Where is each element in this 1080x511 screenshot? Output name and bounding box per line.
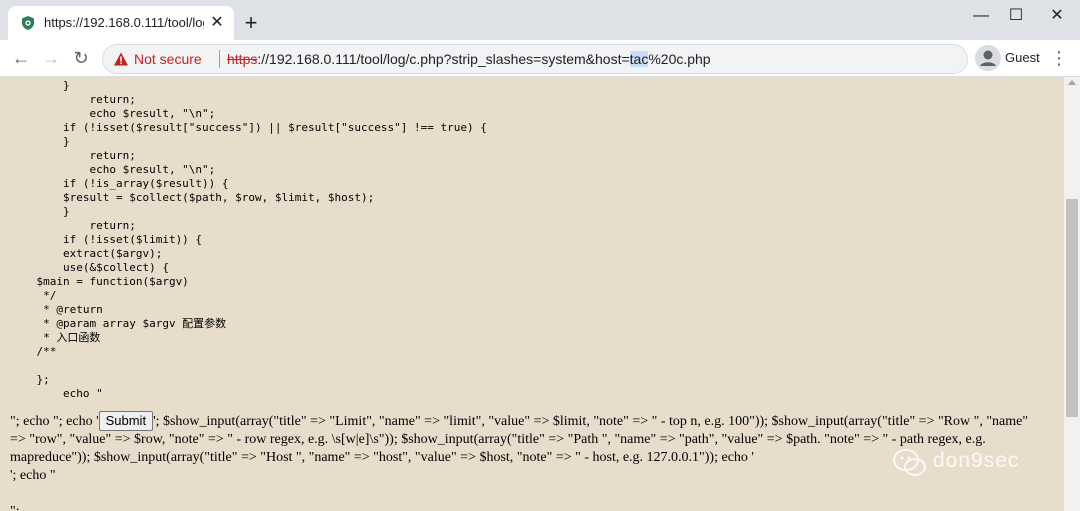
scroll-up-icon[interactable] — [1068, 80, 1076, 85]
code-line: /** — [10, 345, 57, 358]
code-line: return; — [10, 149, 136, 162]
maximize-button[interactable]: ☐ — [1001, 5, 1031, 27]
code-line: echo $result, "\n"; — [10, 107, 216, 120]
code-line: if (!isset($limit)) { — [10, 233, 203, 246]
rendered-text: "; echo "; echo ' Submit '; $show_input(ar… — [10, 411, 1044, 511]
url-path-end: %20c.php — [648, 51, 711, 67]
submit-button[interactable]: Submit — [98, 411, 154, 431]
url-selected-text: tac — [629, 51, 649, 67]
code-line: echo $result, "\n"; — [10, 163, 216, 176]
profile-button[interactable]: Guest — [975, 45, 1045, 71]
forward-button[interactable]: → — [40, 47, 62, 69]
browser-tab[interactable]: https://192.168.0.111/tool/log/c. ✕ — [8, 6, 234, 40]
code-line: foreach ($result["data"] as $host => $it… — [10, 77, 368, 78]
tab-title: https://192.168.0.111/tool/log/c. — [44, 15, 204, 30]
rendered-text-line2: '; echo " — [10, 468, 56, 483]
browser-toolbar: ← → ↻ Not secure https://192.168.0.111/t… — [0, 40, 1080, 77]
url-text[interactable]: https://192.168.0.111/tool/log/c.php?str… — [227, 51, 711, 67]
rendered-text-line3: "; — [10, 504, 20, 511]
code-line: * @return — [10, 303, 103, 316]
menu-icon[interactable]: ⋮ — [1050, 47, 1068, 69]
close-window-button[interactable]: ✕ — [1042, 5, 1072, 27]
url-path: ://192.168.0.111/tool/log/c.php?strip_sl… — [257, 51, 630, 67]
reload-button[interactable]: ↻ — [70, 47, 92, 69]
minimize-button[interactable]: — — [966, 5, 996, 27]
code-line: $result = $collect($path, $row, $limit, … — [10, 191, 375, 204]
code-line: */ — [10, 289, 57, 302]
scrollbar-thumb[interactable] — [1066, 199, 1078, 417]
address-bar[interactable]: Not secure https://192.168.0.111/tool/lo… — [102, 44, 968, 74]
tab-strip: https://192.168.0.111/tool/log/c. ✕ + — … — [0, 0, 1080, 40]
warning-icon — [114, 52, 128, 66]
code-line: if (!is_array($result)) { — [10, 177, 229, 190]
not-secure-label[interactable]: Not secure — [134, 51, 202, 67]
back-button[interactable]: ← — [10, 47, 32, 69]
code-line: * @param array $argv 配置参数 — [10, 317, 227, 330]
watermark: don9sec — [893, 446, 1053, 480]
code-line: return; — [10, 219, 136, 232]
code-line: } — [10, 79, 70, 92]
watermark-text: don9sec — [933, 449, 1020, 472]
code-line: if (!isset($result["success"]) || $resul… — [10, 121, 487, 134]
new-tab-button[interactable]: + — [240, 12, 262, 34]
guest-avatar-icon — [975, 45, 1001, 71]
code-line: } — [10, 135, 70, 148]
code-line: * 入口函数 — [10, 331, 101, 344]
url-scheme: https — [227, 51, 258, 67]
code-line: extract($argv); — [10, 247, 163, 260]
rendered-text-body: '; $show_input(array("title" => "Limit",… — [10, 414, 1029, 465]
code-line: } — [10, 205, 70, 218]
source-code-block: foreach ($result["data"] as $host => $it… — [10, 77, 487, 401]
code-line: }; — [10, 373, 50, 386]
rendered-text-start: "; echo "; echo ' — [10, 414, 99, 429]
site-favicon-icon — [22, 16, 34, 30]
tab-close-icon[interactable]: ✕ — [207, 13, 227, 33]
page-content: foreach ($result["data"] as $host => $it… — [0, 77, 1064, 511]
omnibox-divider — [219, 50, 220, 68]
code-line: return; — [10, 93, 136, 106]
wechat-icon — [893, 449, 926, 476]
code-line: $main = function($argv) — [10, 275, 189, 288]
vertical-scrollbar[interactable] — [1064, 77, 1080, 511]
profile-name: Guest — [1005, 50, 1040, 65]
code-line: echo " — [10, 387, 103, 400]
code-line: use(&$collect) { — [10, 261, 169, 274]
